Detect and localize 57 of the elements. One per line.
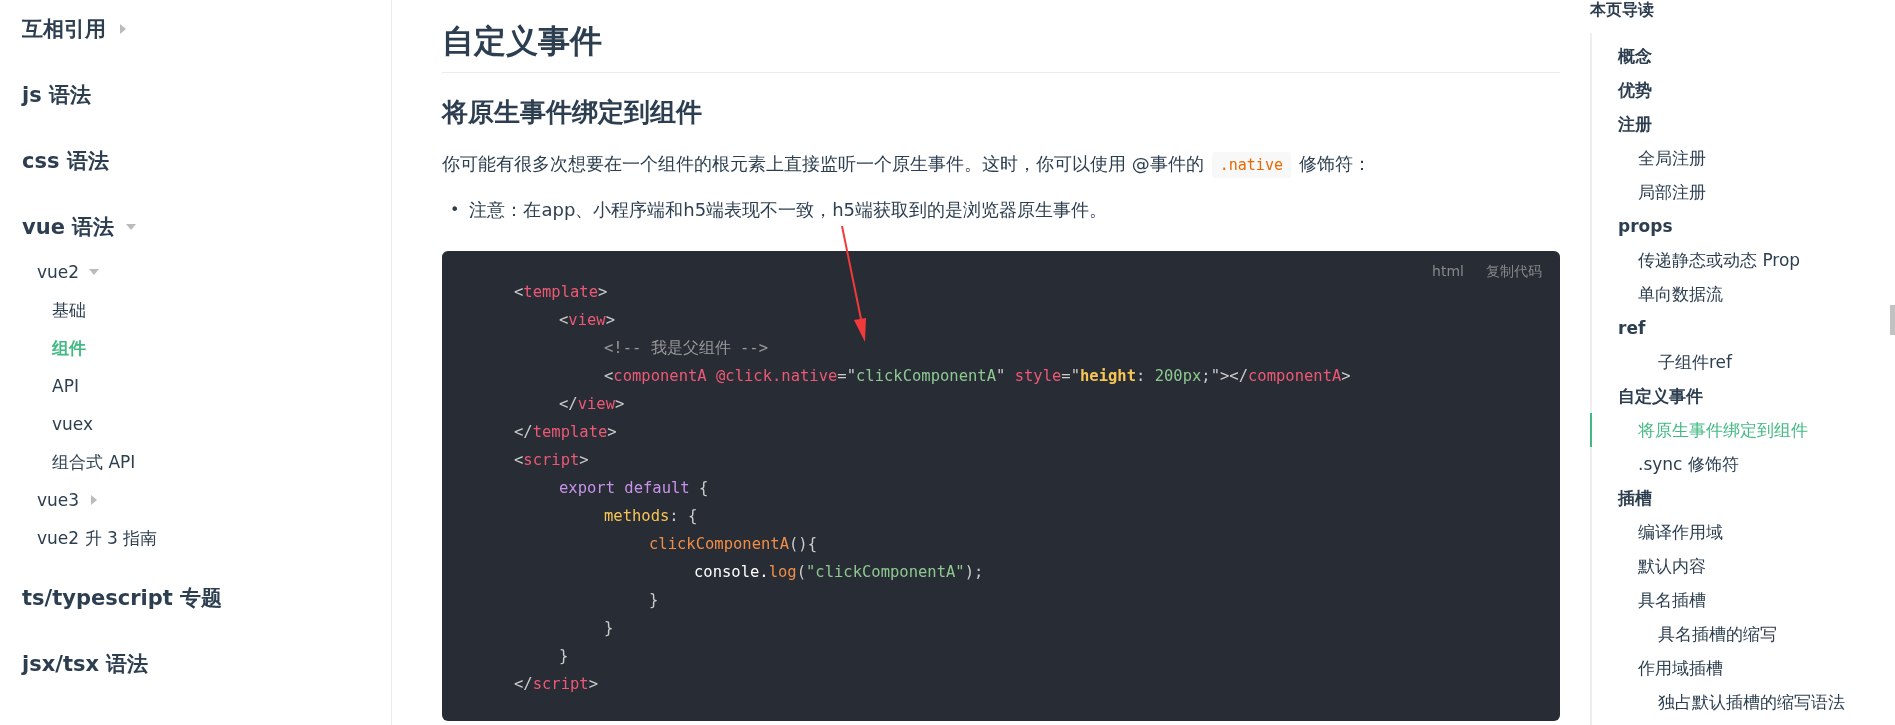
code-line: } (649, 589, 659, 611)
paragraph: 你可能有很多次想要在一个组件的根元素上直接监听一个原生事件。这时，你可以使用 @事件的 .native 修饰符： (442, 150, 1560, 179)
sidebar-item[interactable]: css 语法 (22, 128, 391, 194)
toc-title: 本页导读 (1590, 0, 1654, 21)
list-item: 注意：在app、小程序端和h5端表现不一致，h5端获取到的是浏览器原生事件。 (469, 197, 1108, 222)
code-line: <componentA @click.native="clickComponentA" style="height: 200px;"></componentA> (604, 365, 1351, 387)
sidebar-item[interactable]: jsx/tsx 语法 (22, 631, 391, 697)
sidebar-item[interactable]: vue2 升 3 指南 (22, 519, 391, 557)
section-heading: 将原生事件绑定到组件 (442, 96, 703, 129)
toc-link[interactable]: 具名插槽的缩写 (1590, 617, 1777, 651)
toc-link[interactable]: 全局注册 (1590, 141, 1706, 175)
toc-link[interactable]: 单向数据流 (1590, 277, 1723, 311)
caret-right-icon[interactable] (118, 24, 128, 34)
toc-link[interactable]: 具名插槽 (1590, 583, 1706, 617)
code-line: <template> (514, 281, 608, 303)
toc-link[interactable]: 优势 (1590, 73, 1652, 107)
code-line: <script> (514, 449, 589, 471)
toc-link[interactable]: 自定义事件 (1590, 379, 1703, 413)
toc-link[interactable]: 子组件ref (1590, 345, 1733, 379)
sidebar-item[interactable]: 互相引用 (22, 0, 391, 62)
language-label: html (1432, 262, 1464, 281)
code-line: export default { (559, 477, 709, 499)
toc-link[interactable]: 传递静态或动态 Prop (1590, 243, 1801, 277)
code-line: <!-- 我是父组件 --> (604, 337, 768, 359)
scrollbar-thumb[interactable] (1890, 305, 1895, 335)
code-line: </template> (514, 421, 617, 443)
code-line: </view> (559, 393, 625, 415)
toc-link[interactable]: 局部注册 (1590, 175, 1706, 209)
code-line: <view> (559, 309, 615, 331)
sidebar-item[interactable]: vue3 (22, 481, 391, 519)
sidebar-item[interactable]: 组合式 API (22, 443, 391, 481)
code-line: console.log("clickComponentA"); (694, 561, 984, 583)
toc-link[interactable]: ref (1590, 311, 1646, 345)
toc-link[interactable]: props (1590, 209, 1673, 243)
toc-link[interactable]: 插槽 (1590, 481, 1652, 515)
toc-link[interactable]: 作用域插槽 (1590, 651, 1723, 685)
code-line: clickComponentA(){ (649, 533, 817, 555)
sidebar-item[interactable]: ts/typescript 专题 (22, 565, 391, 631)
toc-link[interactable]: .sync 修饰符 (1590, 447, 1739, 481)
page-heading: 自定义事件 (442, 20, 1560, 73)
caret-down-icon[interactable] (126, 222, 137, 232)
toc-link[interactable]: 注册 (1590, 107, 1652, 141)
copy-button[interactable]: 复制代码 (1486, 262, 1542, 281)
toc-link[interactable]: 独占默认插槽的缩写语法 (1590, 685, 1845, 719)
sidebar-item[interactable]: API (22, 367, 391, 405)
code-line: } (559, 645, 569, 667)
sidebar-item[interactable]: vuex (22, 405, 391, 443)
code-line: methods: { (604, 505, 698, 527)
sidebar-item[interactable]: 基础 (22, 291, 391, 329)
code-line: } (604, 617, 614, 639)
bullet-marker: • (450, 198, 460, 221)
toc-link[interactable]: 概念 (1590, 39, 1652, 73)
code-line: </script> (514, 673, 598, 695)
toc-link[interactable]: 默认内容 (1590, 549, 1706, 583)
sidebar-item[interactable]: js 语法 (22, 62, 391, 128)
toc-link[interactable]: 编译作用域 (1590, 515, 1723, 549)
caret-down-icon[interactable] (89, 267, 100, 277)
